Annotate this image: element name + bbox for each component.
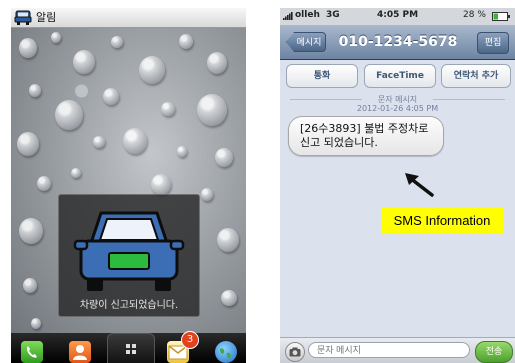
iphone-sms-screen: olleh 3G 4:05 PM 28 % 메시지 010-1234-5678 …: [280, 8, 515, 363]
message-text-field[interactable]: [308, 342, 470, 358]
camera-button[interactable]: [285, 342, 305, 362]
navigation-bar: 메시지 010-1234-5678 편집: [280, 25, 515, 60]
contact-number: 010-1234-5678: [338, 34, 458, 50]
sms-information-label: SMS Information: [381, 208, 503, 234]
battery-icon: [492, 12, 510, 21]
add-contact-button[interactable]: 연락처 추가: [441, 64, 511, 88]
call-button[interactable]: 통화: [286, 64, 358, 88]
message-text-line2: 신고 되었습니다.: [300, 136, 378, 149]
message-input-bar: 전송: [280, 337, 515, 363]
toast-message: 차량이 신고되었습니다.: [79, 300, 179, 311]
browser-globe-icon[interactable]: [215, 341, 237, 363]
app-drawer-icon: [126, 344, 136, 354]
unread-badge: 3: [181, 331, 199, 349]
notification-title: 알림: [36, 11, 57, 24]
battery-percent: 28 %: [463, 10, 486, 20]
app-drawer-button[interactable]: [107, 333, 155, 363]
edit-button[interactable]: 편집: [477, 32, 509, 54]
message-timestamp: 2012-01-26 4:05 PM: [356, 104, 439, 113]
android-notification-screen: 알림 차량이 신고되었습니다. 3: [11, 8, 246, 363]
message-text-line1: [26수3893] 불법 주정차로: [300, 122, 429, 135]
contacts-icon[interactable]: [69, 341, 91, 363]
dock-bar: 3: [11, 331, 246, 363]
send-button[interactable]: 전송: [475, 341, 513, 363]
phone-icon[interactable]: [21, 341, 43, 363]
facetime-button[interactable]: FaceTime: [364, 64, 436, 88]
camera-icon: [289, 347, 301, 357]
annotation-arrow-icon: [405, 173, 434, 197]
back-button[interactable]: 메시지: [286, 32, 326, 52]
car-icon: [14, 10, 32, 25]
car-front-icon: [73, 211, 185, 291]
status-bar: 알림: [11, 8, 246, 28]
received-message-bubble[interactable]: [26수3893] 불법 주정차로 신고 되었습니다.: [288, 116, 444, 156]
status-bar: olleh 3G 4:05 PM 28 %: [280, 8, 515, 25]
report-toast: 차량이 신고되었습니다.: [58, 194, 200, 317]
